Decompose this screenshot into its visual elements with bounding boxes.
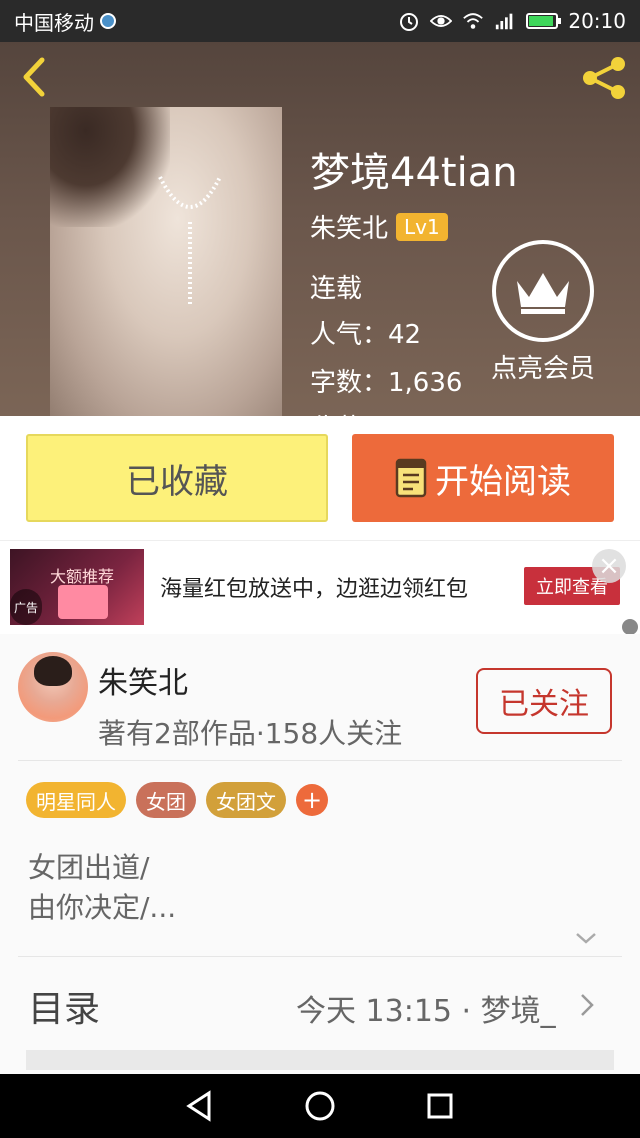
description-line: 女团出道/ [28, 851, 150, 884]
tag-item[interactable]: 女团 [136, 782, 196, 818]
cover-pearl-necklace [158, 176, 222, 307]
description-line: 由你决定/... [28, 891, 177, 924]
divider [18, 760, 622, 761]
start-reading-label: 开始阅读 [435, 461, 571, 502]
carrier-name: 中国移动 [14, 10, 94, 35]
tag-item[interactable]: 明星同人 [26, 782, 126, 818]
battery-icon [526, 13, 562, 29]
triangle-back-icon [186, 1090, 211, 1122]
nav-back-button[interactable] [180, 1086, 220, 1126]
toc-label[interactable]: 目录 [28, 980, 100, 1032]
tag-item[interactable]: 女团文 [206, 782, 286, 818]
circle-home-icon [305, 1091, 335, 1121]
popularity: 人气：42 [310, 320, 422, 350]
chevron-down-icon[interactable] [574, 926, 598, 950]
book-header: 梦境44tian 朱笑北 Lv1 连载 人气：42 字数：1,636 收藏：12… [0, 42, 640, 416]
share-button[interactable] [580, 54, 628, 102]
nav-home-button[interactable] [300, 1086, 340, 1126]
ad-banner[interactable]: 大额推荐 广告 海量红包放送中，边逛边领红包 立即查看 × [0, 540, 640, 635]
status-bar: 中国移动 20:10 [0, 0, 640, 42]
telegram-icon [100, 13, 116, 29]
back-icon [23, 57, 45, 97]
square-recents-icon [427, 1093, 453, 1119]
share-icon [583, 57, 625, 99]
status-icons: 20:10 [398, 9, 626, 33]
back-button[interactable] [16, 56, 56, 98]
alarm-icon [398, 10, 420, 32]
book-description[interactable]: 女团出道/ 由你决定/... [28, 848, 176, 928]
book-icon [395, 458, 427, 498]
content-strip [26, 1050, 614, 1070]
carrier-group: 中国移动 [14, 7, 116, 36]
favorites-count: 收藏：12 [310, 408, 421, 416]
wifi-icon [462, 10, 484, 32]
clock: 20:10 [568, 9, 626, 33]
book-title: 梦境44tian [310, 150, 518, 196]
system-nav-bar [0, 1074, 640, 1138]
latest-chapter[interactable]: 今天 13:15 · 梦境_ [296, 986, 556, 1030]
tag-list: 明星同人 女团 女团文 + [26, 782, 328, 818]
vip-label: 点亮会员 [490, 354, 595, 384]
avatar[interactable] [18, 652, 88, 722]
nav-recents-button[interactable] [420, 1086, 460, 1126]
vip-button[interactable]: 点亮会员 [488, 240, 598, 385]
author-name[interactable]: 朱笑北 [310, 208, 388, 245]
ad-info-icon[interactable] [622, 619, 638, 635]
ad-close-icon[interactable]: × [592, 549, 626, 583]
book-cover[interactable] [50, 107, 282, 416]
follow-button[interactable]: 已关注 [476, 668, 612, 734]
word-count: 字数：1,636 [310, 368, 463, 398]
ad-image-card [58, 585, 108, 619]
avatar-hair [34, 656, 72, 686]
ad-tag: 广告 [10, 589, 43, 625]
author-row: 朱笑北 Lv1 [310, 208, 448, 245]
author-stats: 著有2部作品·158人关注 [98, 717, 403, 750]
action-bar: 已收藏 开始阅读 [0, 416, 640, 540]
add-tag-button[interactable]: + [296, 784, 328, 816]
level-badge: Lv1 [396, 212, 448, 241]
ad-image[interactable]: 大额推荐 广告 [10, 549, 144, 625]
divider [18, 956, 622, 957]
ad-text[interactable]: 海量红包放送中，边逛边领红包 [160, 571, 468, 603]
start-reading-button[interactable]: 开始阅读 [352, 434, 614, 522]
author-section: 朱笑北 著有2部作品·158人关注 已关注 明星同人 女团 女团文 + 女团出道… [0, 634, 640, 1074]
serial-status: 连载 [310, 274, 363, 304]
chevron-right-icon[interactable] [578, 992, 596, 1018]
author-section-name[interactable]: 朱笑北 [98, 658, 188, 702]
ad-image-banner: 大额推荐 [50, 567, 115, 586]
signal-icon [494, 10, 516, 32]
collected-button[interactable]: 已收藏 [26, 434, 328, 522]
eye-icon [430, 10, 453, 32]
cover-image-detail [50, 107, 170, 227]
crown-icon [492, 240, 594, 342]
